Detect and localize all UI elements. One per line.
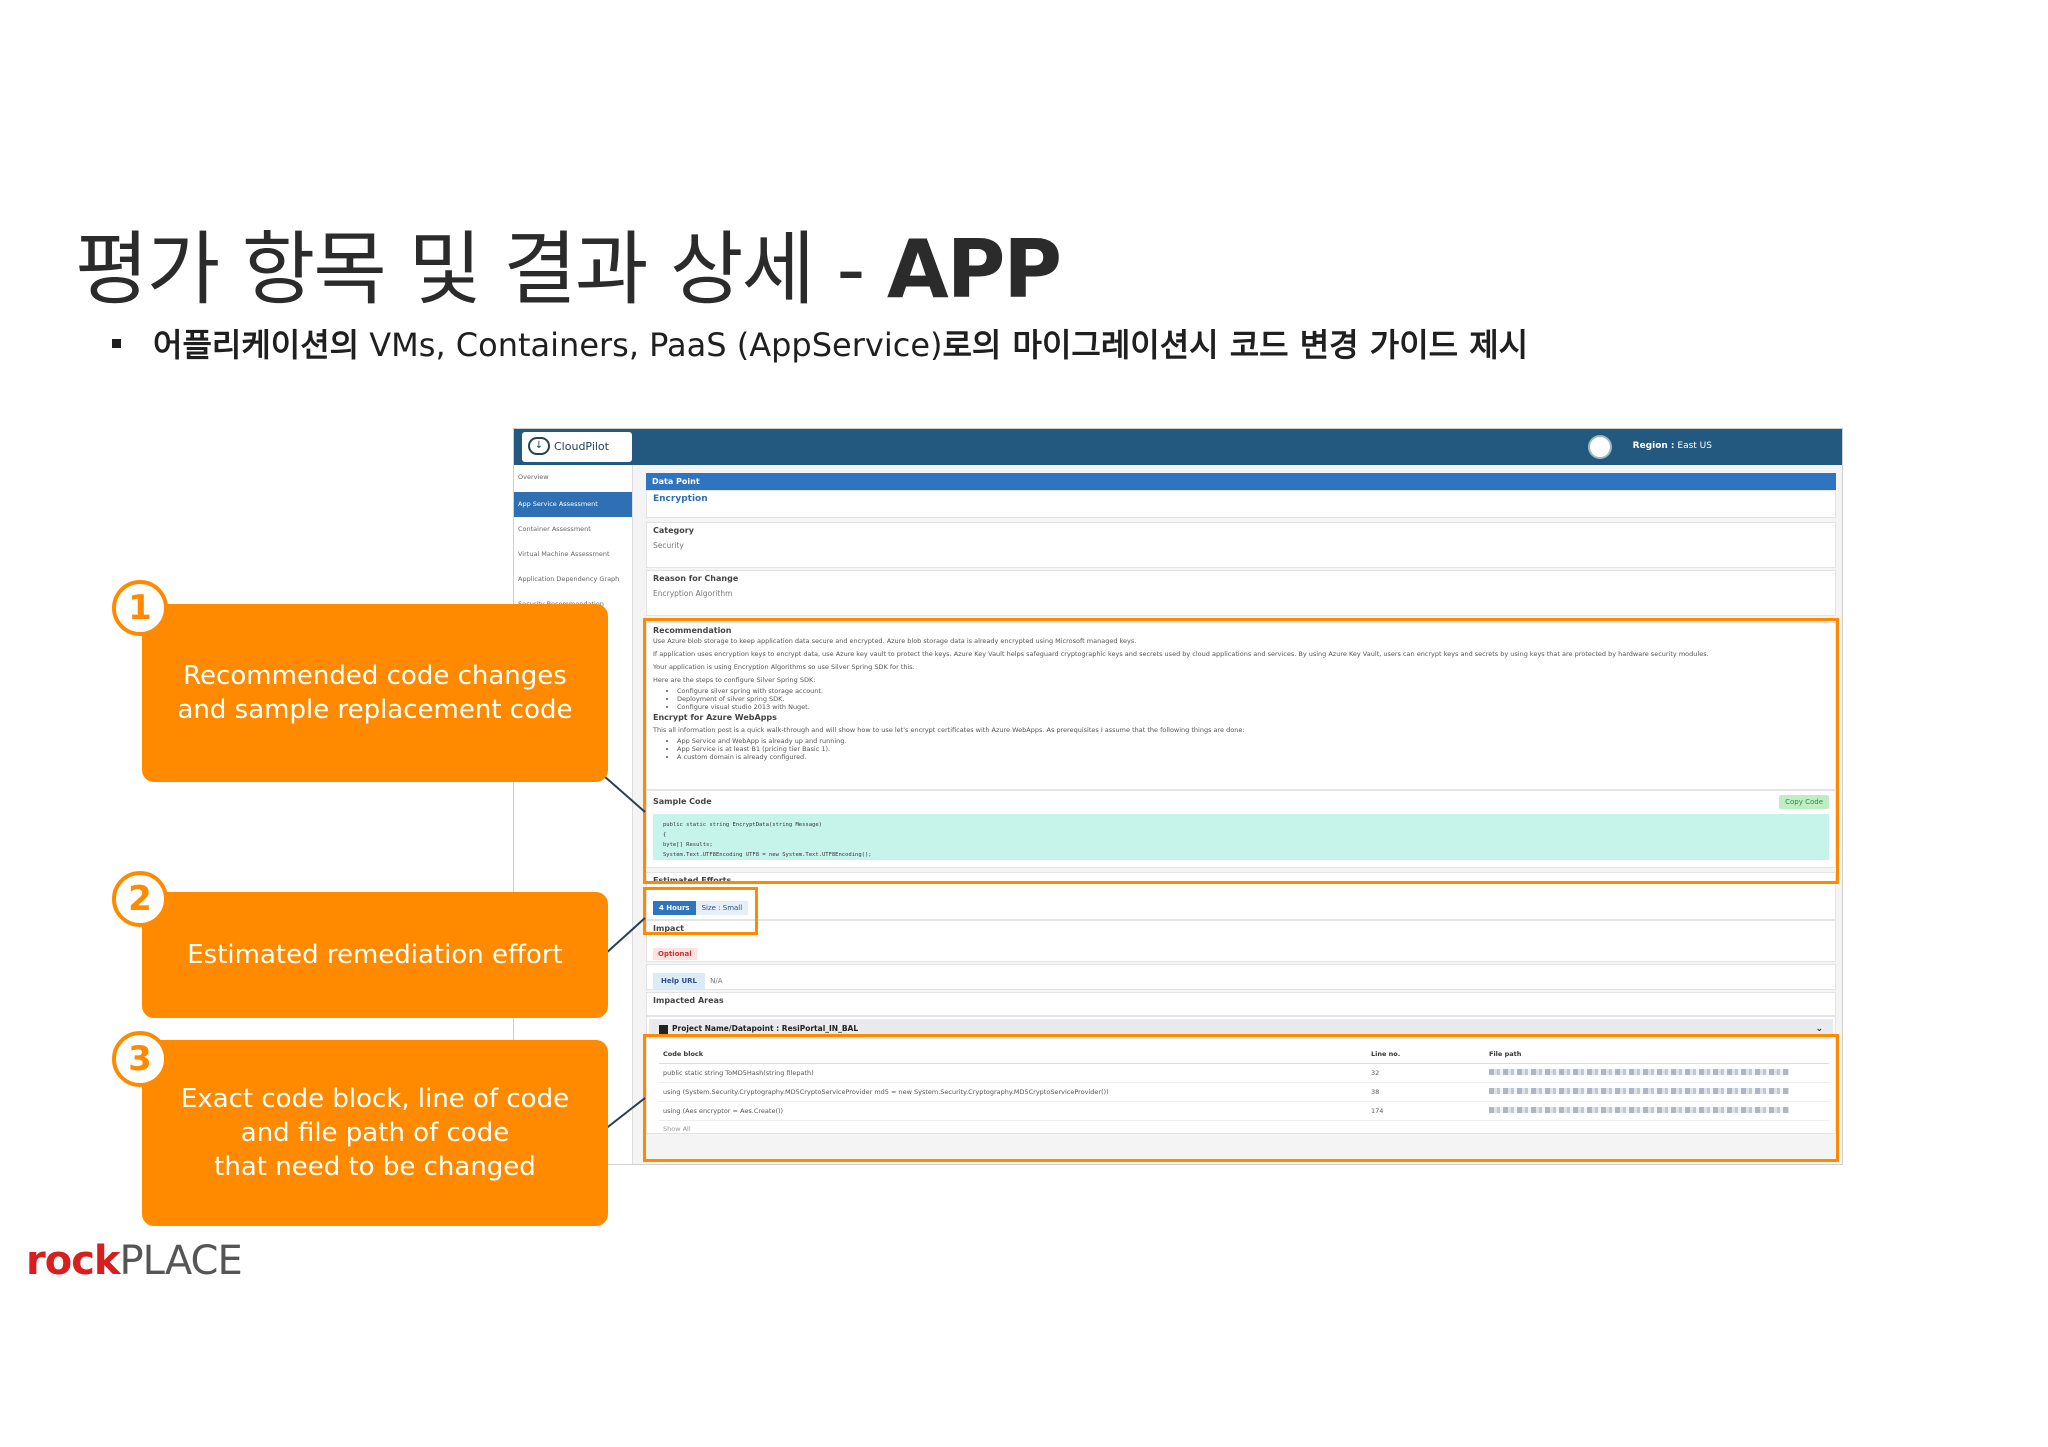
brand-part-1: rock (26, 1238, 121, 1284)
connector-line-3 (603, 1097, 646, 1131)
callout-3-line-3: that need to be changed (214, 1152, 536, 1182)
callout-2-line-1: Estimated remediation effort (187, 940, 563, 970)
callout-number-1: 1 (112, 580, 168, 636)
connector-line-1 (603, 775, 646, 813)
callout-3: Exact code block, line of code and file p… (142, 1040, 608, 1226)
callout-1-line-1: Recommended code changes (183, 661, 567, 691)
callout-2: Estimated remediation effort (142, 892, 608, 1018)
callout-3-line-2: and file path of code (240, 1118, 510, 1148)
rockplace-logo: rockPLACE (26, 1238, 243, 1284)
callout-3-line-1: Exact code block, line of code (180, 1084, 570, 1114)
callout-1: Recommended code changes and sample repla… (142, 604, 608, 782)
brand-part-2: PLACE (119, 1238, 243, 1284)
callout-number-3: 3 (112, 1031, 168, 1087)
connector-line-2 (603, 917, 646, 956)
callout-number-2: 2 (112, 871, 168, 927)
callout-1-line-2: and sample replacement code (177, 695, 573, 725)
